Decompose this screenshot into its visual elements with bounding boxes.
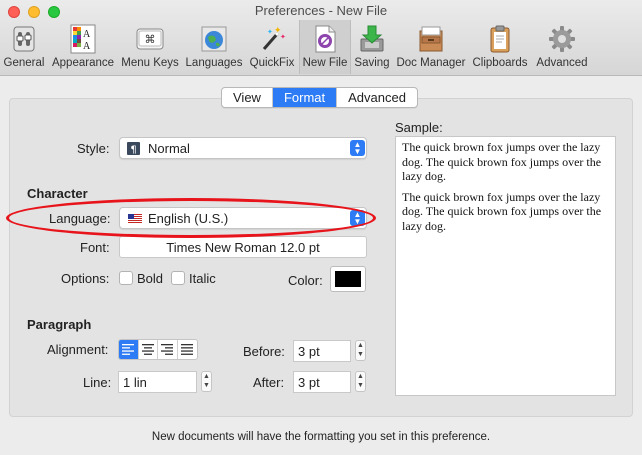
toolbar-new-file-label: New File bbox=[302, 57, 348, 69]
toolbar-saving-label: Saving bbox=[354, 57, 390, 69]
toolbar-appearance[interactable]: A A Appearance bbox=[49, 20, 117, 74]
color-well[interactable] bbox=[330, 266, 366, 292]
font-button[interactable]: Times New Roman 12.0 pt bbox=[119, 236, 367, 258]
globe-flag-icon bbox=[201, 26, 227, 52]
gear-icon bbox=[549, 26, 575, 52]
toolbar-menu-keys-label: Menu Keys bbox=[121, 57, 179, 69]
before-stepper[interactable]: ▲ ▼ bbox=[355, 340, 366, 361]
svg-text:⌘: ⌘ bbox=[145, 33, 156, 46]
align-justify-icon bbox=[181, 344, 194, 355]
command-key-icon: ⌘ bbox=[136, 28, 164, 50]
toolbar-languages-label: Languages bbox=[185, 57, 243, 69]
align-center-button[interactable] bbox=[139, 340, 158, 359]
toolbar-quickfix-label: QuickFix bbox=[249, 57, 295, 69]
toolbar-saving[interactable]: Saving bbox=[352, 20, 392, 74]
svg-text:A: A bbox=[83, 29, 91, 40]
footer-note: New documents will have the formatting y… bbox=[151, 431, 491, 443]
before-field[interactable]: 3 pt bbox=[293, 340, 351, 362]
align-justify-button[interactable] bbox=[178, 340, 197, 359]
bold-label: Bold bbox=[137, 271, 164, 286]
language-value: English (U.S.) bbox=[148, 211, 229, 226]
drawer-icon bbox=[419, 26, 443, 52]
svg-text:A: A bbox=[83, 41, 91, 52]
after-field[interactable]: 3 pt bbox=[293, 371, 351, 393]
style-label: Style: bbox=[77, 141, 110, 156]
sample-paragraph: The quick brown fox jumps over the lazy … bbox=[402, 189, 602, 233]
options-label: Options: bbox=[61, 271, 110, 286]
after-label: After: bbox=[253, 375, 285, 390]
style-value: Normal bbox=[148, 141, 190, 156]
tab-advanced[interactable]: Advanced bbox=[337, 88, 417, 107]
align-center-icon bbox=[141, 344, 154, 355]
character-heading: Character bbox=[27, 186, 88, 201]
toolbar-general[interactable]: General bbox=[0, 20, 48, 74]
sample-paragraph: The quick brown fox jumps over the lazy … bbox=[402, 140, 602, 183]
toolbar-doc-manager-label: Doc Manager bbox=[396, 57, 466, 69]
sample-preview: The quick brown fox jumps over the lazy … bbox=[395, 136, 616, 396]
save-arrow-icon bbox=[360, 25, 384, 52]
tab-control: View Format Advanced bbox=[221, 87, 418, 108]
paragraph-heading: Paragraph bbox=[27, 317, 92, 332]
toolbar-menu-keys[interactable]: ⌘ Menu Keys bbox=[118, 20, 182, 74]
toolbar-quickfix[interactable]: ✦ ✦ ✦ QuickFix bbox=[246, 20, 298, 74]
window-title: Preferences - New File bbox=[254, 3, 388, 18]
clipboard-icon bbox=[490, 25, 510, 53]
toolbar-doc-manager[interactable]: Doc Manager bbox=[393, 20, 469, 74]
align-left-icon bbox=[122, 344, 135, 355]
language-popup-stepper: ▲ ▼ bbox=[350, 210, 365, 226]
svg-text:✦: ✦ bbox=[267, 28, 273, 36]
paragraph-mark-icon: ¶ bbox=[127, 142, 140, 155]
toolbar-appearance-label: Appearance bbox=[51, 57, 115, 69]
toolbar-advanced-label: Advanced bbox=[536, 57, 588, 69]
italic-label: Italic bbox=[189, 271, 216, 286]
sample-label: Sample: bbox=[395, 120, 443, 135]
before-label: Before: bbox=[243, 344, 285, 359]
after-stepper[interactable]: ▲ ▼ bbox=[355, 371, 366, 392]
align-right-icon bbox=[161, 344, 174, 355]
color-swatch bbox=[335, 271, 361, 287]
tab-format[interactable]: Format bbox=[272, 88, 338, 107]
switch-icon bbox=[13, 26, 35, 52]
toolbar-languages[interactable]: Languages bbox=[183, 20, 245, 74]
new-file-icon bbox=[315, 25, 336, 53]
alignment-label: Alignment: bbox=[47, 342, 109, 357]
line-label: Line: bbox=[83, 375, 112, 390]
align-right-button[interactable] bbox=[158, 340, 178, 359]
language-label: Language: bbox=[49, 211, 111, 226]
alignment-control bbox=[118, 339, 198, 360]
language-popup[interactable]: English (U.S.) ▲ ▼ bbox=[119, 207, 367, 229]
align-left-button[interactable] bbox=[119, 340, 139, 359]
svg-text:✦: ✦ bbox=[280, 33, 286, 41]
svg-text:¶: ¶ bbox=[130, 145, 136, 156]
magic-wand-icon: ✦ ✦ ✦ bbox=[262, 26, 286, 50]
font-label: Font: bbox=[80, 240, 110, 255]
window-toolbar: Preferences - New File General A A Appea… bbox=[0, 0, 642, 76]
style-popup-stepper: ▲ ▼ bbox=[350, 140, 365, 156]
line-stepper[interactable]: ▲ ▼ bbox=[201, 371, 212, 392]
italic-checkbox[interactable] bbox=[171, 271, 185, 285]
line-field[interactable]: 1 lin bbox=[118, 371, 197, 393]
toolbar-clipboards-label: Clipboards bbox=[472, 57, 528, 69]
bold-checkbox[interactable] bbox=[119, 271, 133, 285]
toolbar-clipboards[interactable]: Clipboards bbox=[470, 20, 530, 74]
toolbar-general-label: General bbox=[3, 57, 45, 69]
style-popup[interactable]: ¶ Normal ▲ ▼ bbox=[119, 137, 367, 159]
toolbar-new-file[interactable]: New File bbox=[299, 20, 351, 74]
toolbar-advanced[interactable]: Advanced bbox=[531, 20, 593, 74]
font-palette-icon: A A bbox=[70, 24, 96, 54]
tab-view[interactable]: View bbox=[222, 88, 273, 107]
color-label: Color: bbox=[288, 273, 323, 288]
us-flag-icon bbox=[128, 214, 142, 223]
